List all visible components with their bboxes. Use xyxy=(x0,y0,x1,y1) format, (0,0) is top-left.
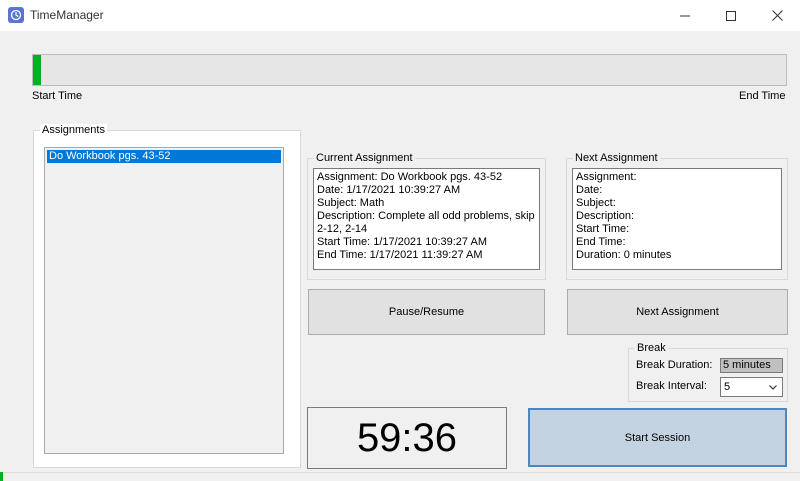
next-description-line: Description: xyxy=(576,210,635,222)
pause-resume-button[interactable]: Pause/Resume xyxy=(308,289,545,335)
assignments-legend: Assignments xyxy=(40,124,107,136)
current-assignment-group: Current Assignment Assignment: Do Workbo… xyxy=(307,152,546,280)
next-assignment-group: Next Assignment Assignment: Date: Subjec… xyxy=(566,152,788,280)
next-assignment-details[interactable]: Assignment: Date: Subject: Description: … xyxy=(572,168,782,270)
break-duration-label: Break Duration: xyxy=(636,359,713,371)
next-date-line: Date: xyxy=(576,184,603,196)
next-end-time-line: End Time: xyxy=(576,236,626,248)
break-duration-field: 5 minutes xyxy=(720,358,783,373)
list-item[interactable]: Do Workbook pgs. 43-52 xyxy=(47,150,281,163)
start-time-label: Start Time xyxy=(32,90,83,102)
current-assignment-legend: Current Assignment xyxy=(314,152,415,164)
minimize-icon xyxy=(680,15,690,16)
current-assignment-details[interactable]: Assignment: Do Workbook pgs. 43-52 Date:… xyxy=(313,168,540,270)
next-assignment-line: Assignment: xyxy=(576,171,637,183)
break-legend: Break xyxy=(635,342,668,354)
maximize-button[interactable] xyxy=(708,0,754,31)
current-subject-line: Subject: Math xyxy=(317,197,385,209)
end-time-label: End Time xyxy=(739,90,786,102)
window-bottom-edge xyxy=(0,472,800,481)
close-icon xyxy=(771,10,783,21)
progress-fill xyxy=(33,55,41,85)
next-start-time-line: Start Time: xyxy=(576,223,630,235)
start-session-button[interactable]: Start Session xyxy=(528,408,787,467)
break-group: Break Break Duration: 5 minutes Break In… xyxy=(628,342,788,402)
clock-icon xyxy=(8,7,24,23)
next-subject-line: Subject: xyxy=(576,197,616,209)
maximize-icon xyxy=(726,10,736,21)
next-assignment-button[interactable]: Next Assignment xyxy=(567,289,788,335)
current-start-time-line: Start Time: 1/17/2021 10:39:27 AM xyxy=(317,236,487,248)
chevron-down-icon xyxy=(769,385,777,390)
title-bar: TimeManager xyxy=(0,0,800,31)
window-title: TimeManager xyxy=(30,8,104,22)
current-assignment-line: Assignment: Do Workbook pgs. 43-52 xyxy=(317,171,503,183)
break-interval-value: 5 xyxy=(724,381,731,393)
break-interval-label: Break Interval: xyxy=(636,380,707,392)
next-assignment-legend: Next Assignment xyxy=(573,152,660,164)
assignments-group: Assignments Do Workbook pgs. 43-52 xyxy=(33,124,301,468)
close-button[interactable] xyxy=(754,0,800,31)
current-date-line: Date: 1/17/2021 10:39:27 AM xyxy=(317,184,461,196)
current-end-time-line: End Time: 1/17/2021 11:39:27 AM xyxy=(317,249,483,261)
assignments-list[interactable]: Do Workbook pgs. 43-52 xyxy=(44,147,284,454)
break-interval-select[interactable]: 5 xyxy=(720,377,783,397)
session-progress-bar xyxy=(32,54,787,86)
next-duration-line: Duration: 0 minutes xyxy=(576,249,672,261)
status-indicator xyxy=(0,472,3,481)
minimize-button[interactable] xyxy=(662,0,708,31)
timer-display: 59:36 xyxy=(307,407,507,469)
current-description-line: Description: Complete all odd problems, … xyxy=(317,210,535,235)
